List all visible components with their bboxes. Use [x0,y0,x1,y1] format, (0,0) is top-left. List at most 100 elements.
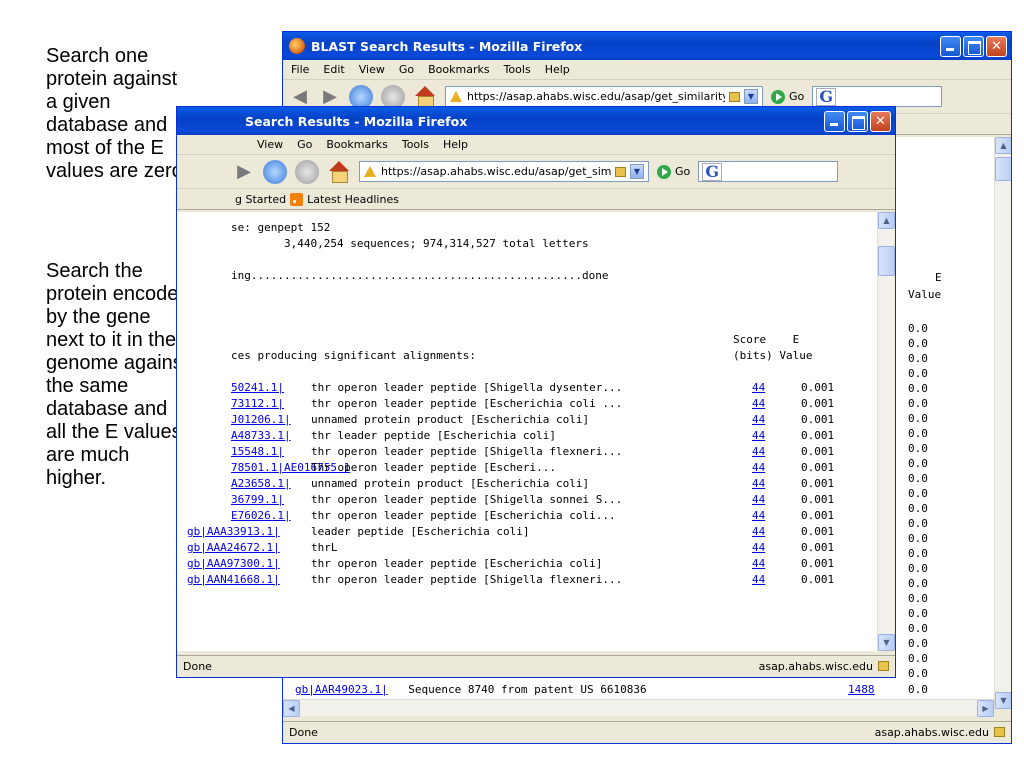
scroll-down-button[interactable]: ▼ [878,634,895,651]
go-icon [657,164,671,179]
back-last-row-score[interactable]: 1488 [848,683,875,696]
e-value-cell: 0.0 [908,532,928,545]
front-vertical-scrollbar[interactable]: ▲ ▼ [877,212,895,651]
menu-help[interactable]: Help [443,138,468,151]
alignment-score-link[interactable]: 44 [752,413,765,426]
alignment-score-link[interactable]: 44 [752,509,765,522]
bookmark-getting-started[interactable]: g Started [235,193,286,206]
google-icon: G [702,162,723,181]
alignment-e-value: 0.001 [801,525,835,538]
forward-arrow-icon[interactable]: ▶ [319,86,341,107]
scroll-up-button[interactable]: ▲ [995,137,1011,154]
alignment-id-link[interactable]: A48733.1| [231,429,291,442]
back-go-button[interactable]: Go [771,89,804,104]
menu-view[interactable]: View [359,63,385,76]
e-value-cell: 0.0 [908,397,928,410]
scroll-up-button[interactable]: ▲ [878,212,895,229]
forward-arrow-icon[interactable]: ▶ [233,161,255,182]
stop-icon[interactable] [381,84,405,109]
caption-line: protein against [46,68,178,90]
alignment-id-link[interactable]: E76026.1| [231,509,291,522]
menu-tools[interactable]: Tools [504,63,531,76]
reload-icon[interactable] [263,159,287,184]
alignment-id-link[interactable]: J01206.1| [231,413,291,426]
minimize-icon [825,112,844,131]
chevron-down-icon[interactable]: ▼ [630,164,644,179]
alignment-id-link[interactable]: gb|AAN41668.1| [187,573,280,586]
close-button[interactable]: ✕ [870,111,891,132]
alignment-id-link[interactable]: gb|AAA24672.1| [187,541,280,554]
alignment-score-link[interactable]: 44 [752,397,765,410]
menu-view[interactable]: View [257,138,283,151]
e-value-cell: 0.0 [908,367,928,380]
back-status-bar: Done asap.ahabs.wisc.edu [283,721,1011,743]
alignment-score-link[interactable]: 44 [752,477,765,490]
maximize-button[interactable] [963,36,984,57]
back-url-bar[interactable]: https://asap.ahabs.wisc.edu/asap/get_sim… [445,86,763,107]
menu-bookmarks[interactable]: Bookmarks [428,63,489,76]
alignment-id-link[interactable]: 36799.1| [231,493,284,506]
menu-bookmarks[interactable]: Bookmarks [326,138,387,151]
reload-icon[interactable] [349,84,373,109]
scroll-left-button[interactable]: ◀ [283,700,300,717]
stop-icon[interactable] [295,159,319,184]
menu-go[interactable]: Go [399,63,414,76]
back-horizontal-scrollbar[interactable]: ◀ ▶ [283,699,994,717]
rss-icon [290,192,304,206]
minimize-button[interactable] [824,111,845,132]
close-icon: ✕ [875,114,886,129]
scroll-right-button[interactable]: ▶ [977,700,994,717]
alignment-score-link[interactable]: 44 [752,445,765,458]
lock-icon [878,661,889,671]
alignment-id-link[interactable]: gb|AAA33913.1| [187,525,280,538]
front-go-button[interactable]: Go [657,164,690,179]
alignment-e-value: 0.001 [801,573,835,586]
back-vertical-scrollbar[interactable]: ▲ ▼ [994,137,1011,709]
back-last-row-id[interactable]: gb|AAR49023.1| [295,683,388,696]
alignment-score-link[interactable]: 44 [752,429,765,442]
home-icon[interactable] [327,160,351,183]
front-title-bar[interactable]: Search Results - Mozilla Firefox ✕ [177,107,895,135]
alignment-score-link[interactable]: 44 [752,493,765,506]
close-button[interactable]: ✕ [986,36,1007,57]
minimize-button[interactable] [940,36,961,57]
alignment-score-link[interactable]: 44 [752,461,765,474]
alignment-score-link[interactable]: 44 [752,557,765,570]
alignment-id-link[interactable]: 15548.1| [231,445,284,458]
alignment-id-link[interactable]: gb|AAA97300.1| [187,557,280,570]
front-search-box[interactable]: G [698,161,839,182]
menu-file[interactable]: File [291,63,309,76]
alignment-score-link[interactable]: 44 [752,541,765,554]
scroll-thumb[interactable] [995,157,1011,181]
e-value-cell: 0.0 [908,487,928,500]
alignment-id-link[interactable]: 73112.1| [231,397,284,410]
alignment-description: thr operon leader peptide [Shigella dyse… [311,381,623,394]
front-status-text: Done [183,660,212,673]
alignment-description: thr operon leader peptide [Shigella flex… [311,573,623,586]
e-value-header: E [935,271,942,284]
menu-help[interactable]: Help [545,63,570,76]
alignment-id-link[interactable]: A23658.1| [231,477,291,490]
alignment-id-link[interactable]: 50241.1| [231,381,284,394]
alignment-score-link[interactable]: 44 [752,573,765,586]
back-title-bar[interactable]: BLAST Search Results - Mozilla Firefox ✕ [283,32,1011,60]
menu-edit[interactable]: Edit [323,63,344,76]
home-icon[interactable] [413,85,437,108]
scroll-down-button[interactable]: ▼ [995,692,1011,709]
scroll-thumb[interactable] [878,246,895,276]
maximize-button[interactable] [847,111,868,132]
e-value-cell: 0.0 [908,652,928,665]
back-search-box[interactable]: G [812,86,943,107]
alignment-e-value: 0.001 [801,541,835,554]
front-url-bar[interactable]: https://asap.ahabs.wisc.edu/asap/get_sim… [359,161,649,182]
chevron-down-icon[interactable]: ▼ [744,89,758,104]
e-value-cell: 0.0 [908,547,928,560]
alignment-score-link[interactable]: 44 [752,525,765,538]
alignment-e-value: 0.001 [801,429,835,442]
menu-tools[interactable]: Tools [402,138,429,151]
back-arrow-icon[interactable]: ◀ [289,86,311,107]
e-value-cell: 0.0 [908,592,928,605]
menu-go[interactable]: Go [297,138,312,151]
bookmark-latest-headlines[interactable]: Latest Headlines [307,193,399,206]
alignment-score-link[interactable]: 44 [752,381,765,394]
